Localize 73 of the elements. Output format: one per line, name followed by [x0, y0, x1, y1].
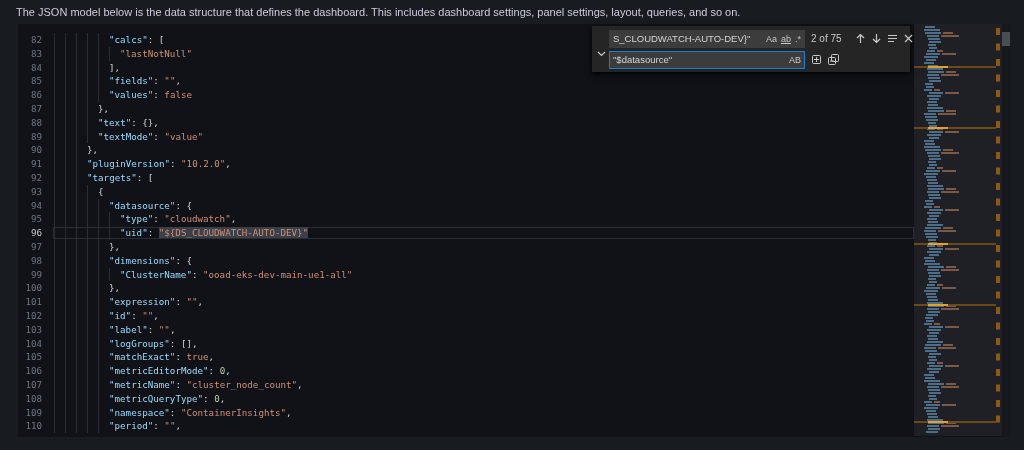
line-number: 106	[24, 364, 42, 378]
line-number: 91	[29, 157, 42, 171]
line-number: 87	[29, 102, 42, 116]
line-number: 90	[29, 143, 42, 158]
lines-icon[interactable]	[886, 33, 898, 44]
replace-input[interactable]: "$datasource" AB	[609, 50, 805, 69]
line-number: 109	[24, 405, 42, 420]
line-number: 95	[29, 212, 42, 227]
code-line: "pluginVersion": "10.2.0",	[87, 157, 231, 171]
line-number: 99	[29, 267, 42, 282]
whole-word-toggle[interactable]: ab	[780, 33, 791, 44]
code-line: "period": "",	[109, 419, 181, 434]
match-case-toggle[interactable]: Aa	[765, 33, 777, 44]
line-number: 96	[29, 226, 42, 240]
line-number: 110	[24, 419, 42, 434]
replace-all-icon[interactable]	[828, 54, 839, 65]
line-number: 89	[29, 129, 42, 144]
line-number: 105	[24, 350, 42, 365]
arrow-up-icon[interactable]	[854, 33, 866, 44]
line-number: 86	[29, 88, 42, 102]
line-number: 92	[29, 170, 42, 185]
code-line: "fields": "",	[109, 74, 181, 89]
code-line: "metricEditorMode": 0,	[109, 364, 231, 378]
code-line: "ClusterName": "ooad-eks-dev-main-ue1-all"	[120, 267, 353, 282]
line-number: 101	[24, 295, 42, 309]
line-number: 82	[29, 33, 42, 47]
code-line: "calcs": [	[109, 33, 165, 47]
code-line: "namespace": "ContainerInsights",	[109, 405, 292, 420]
code-line: "id": "",	[109, 308, 159, 323]
code-line: "targets": [	[87, 170, 154, 185]
code-line: "label": "",	[109, 322, 176, 337]
code-line: "logGroups": [],	[109, 336, 198, 351]
line-number: 85	[29, 74, 42, 89]
line-number: 93	[29, 184, 42, 199]
code-line: "lastNotNull"	[120, 46, 192, 61]
close-icon[interactable]	[902, 33, 914, 44]
description-text: The JSON model below is the data structure that defines the dashboard. This includes dashboard settings, panel settings, layout, queries, and so on.	[15, 5, 742, 20]
code-line: "datasource": {	[109, 198, 192, 213]
code-line: "textMode": "value"	[98, 129, 204, 144]
code-line: "text": {},	[98, 115, 159, 130]
scrollbar-thumb[interactable]	[1002, 32, 1010, 46]
code-line: },	[87, 143, 99, 158]
code-line: "metricQueryType": 0,	[109, 391, 226, 406]
line-number: 94	[29, 198, 42, 213]
regex-toggle[interactable]: .*	[795, 33, 801, 44]
find-input[interactable]: S_CLOUDWATCH-AUTO-DEV}" Aa ab .*	[609, 29, 805, 48]
code-line: "metricName": "cluster_node_count",	[109, 377, 303, 392]
code-line: },	[109, 281, 121, 296]
code-line: "uid": "${DS_CLOUDWATCH-AUTO-DEV}"	[120, 226, 309, 240]
line-number: 97	[29, 239, 42, 254]
line-number: 102	[24, 308, 42, 323]
code-line: "dimensions": {	[109, 253, 192, 268]
line-number: 83	[29, 46, 42, 61]
line-number: 100	[24, 281, 42, 296]
code-line: },	[98, 102, 110, 116]
replace-icon[interactable]	[811, 54, 822, 65]
line-number: 98	[29, 253, 42, 268]
code-line: },	[109, 239, 121, 254]
code-line: "values": false	[109, 88, 192, 102]
line-number: 88	[29, 115, 42, 130]
line-number: 84	[29, 60, 42, 75]
match-count: 2 of 75	[811, 33, 842, 44]
line-number: 103	[24, 322, 42, 337]
code-line: "matchExact": true,	[109, 350, 215, 365]
line-number: 108	[24, 391, 42, 406]
code-line: "expression": "",	[109, 295, 204, 309]
preserve-case-toggle[interactable]: AB	[789, 54, 801, 65]
code-line: {	[98, 184, 104, 199]
line-number: 104	[24, 336, 42, 351]
arrow-down-icon[interactable]	[870, 33, 882, 44]
code-line: "type": "cloudwatch",	[120, 212, 237, 227]
code-line: ],	[109, 60, 121, 75]
line-number: 107	[24, 377, 42, 392]
